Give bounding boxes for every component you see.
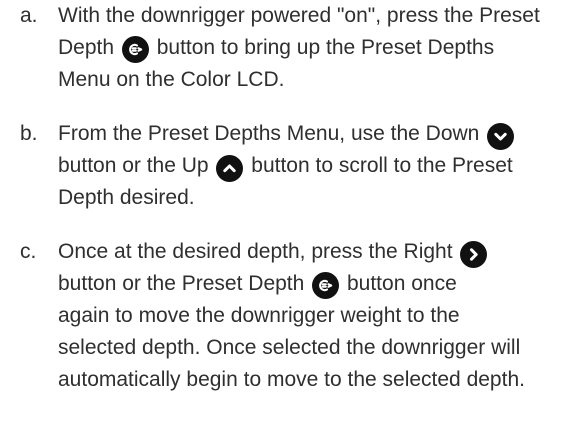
step-marker: c.	[20, 240, 37, 263]
step-text: With the downrigger powered "on", press …	[58, 0, 576, 96]
text-segment: button to bring up the Preset Depths	[150, 36, 495, 59]
instruction-steps: a. With the downrigger powered "on", pres…	[20, 0, 576, 396]
text-line: Once at the desired depth, press the Rig…	[58, 236, 576, 268]
text-segment: selected depth. Once selected the downri…	[58, 336, 521, 359]
text-line: button or the Up button to scroll to the…	[58, 150, 576, 182]
step-text: Once at the desired depth, press the Rig…	[58, 236, 576, 396]
text-segment: automatically begin to move to the selec…	[58, 368, 525, 391]
up-arrow-icon	[216, 155, 244, 182]
step-item: b. From the Preset Depths Menu, use the D…	[20, 118, 576, 214]
text-segment: again to move the downrigger weight to t…	[58, 304, 460, 327]
step-item: a. With the downrigger powered "on", pres…	[20, 0, 576, 96]
text-segment: Depth desired.	[58, 186, 195, 209]
step-marker: b.	[20, 122, 38, 145]
text-segment: From the Preset Depths Menu, use the Dow…	[58, 122, 486, 145]
step-marker: a.	[20, 4, 38, 27]
text-segment: button to scroll to the Preset	[245, 154, 513, 177]
text-segment: Once at the desired depth, press the Rig…	[58, 240, 459, 263]
text-line: Depth desired.	[58, 182, 576, 214]
text-line: again to move the downrigger weight to t…	[58, 300, 576, 332]
text-segment: button or the Up	[58, 154, 215, 177]
preset-depth-icon	[312, 272, 340, 299]
text-segment: Menu on the Color LCD.	[58, 68, 285, 91]
text-segment: Depth	[58, 36, 120, 59]
text-line: Depth button to bring up the Preset Dept…	[58, 32, 576, 64]
text-segment: With the downrigger powered "on", press …	[58, 4, 540, 27]
text-line: With the downrigger powered "on", press …	[58, 0, 576, 32]
text-line: automatically begin to move to the selec…	[58, 364, 576, 396]
text-line: button or the Preset Depth button once	[58, 268, 576, 300]
text-line: selected depth. Once selected the downri…	[58, 332, 576, 364]
right-arrow-icon	[460, 241, 488, 268]
preset-depth-icon	[121, 36, 149, 63]
step-text: From the Preset Depths Menu, use the Dow…	[58, 118, 576, 214]
text-line: From the Preset Depths Menu, use the Dow…	[58, 118, 576, 150]
text-segment: button once	[341, 272, 457, 295]
text-line: Menu on the Color LCD.	[58, 64, 576, 96]
text-segment: button or the Preset Depth	[58, 272, 311, 295]
step-item: c. Once at the desired depth, press the R…	[20, 236, 576, 396]
down-arrow-icon	[487, 123, 515, 150]
